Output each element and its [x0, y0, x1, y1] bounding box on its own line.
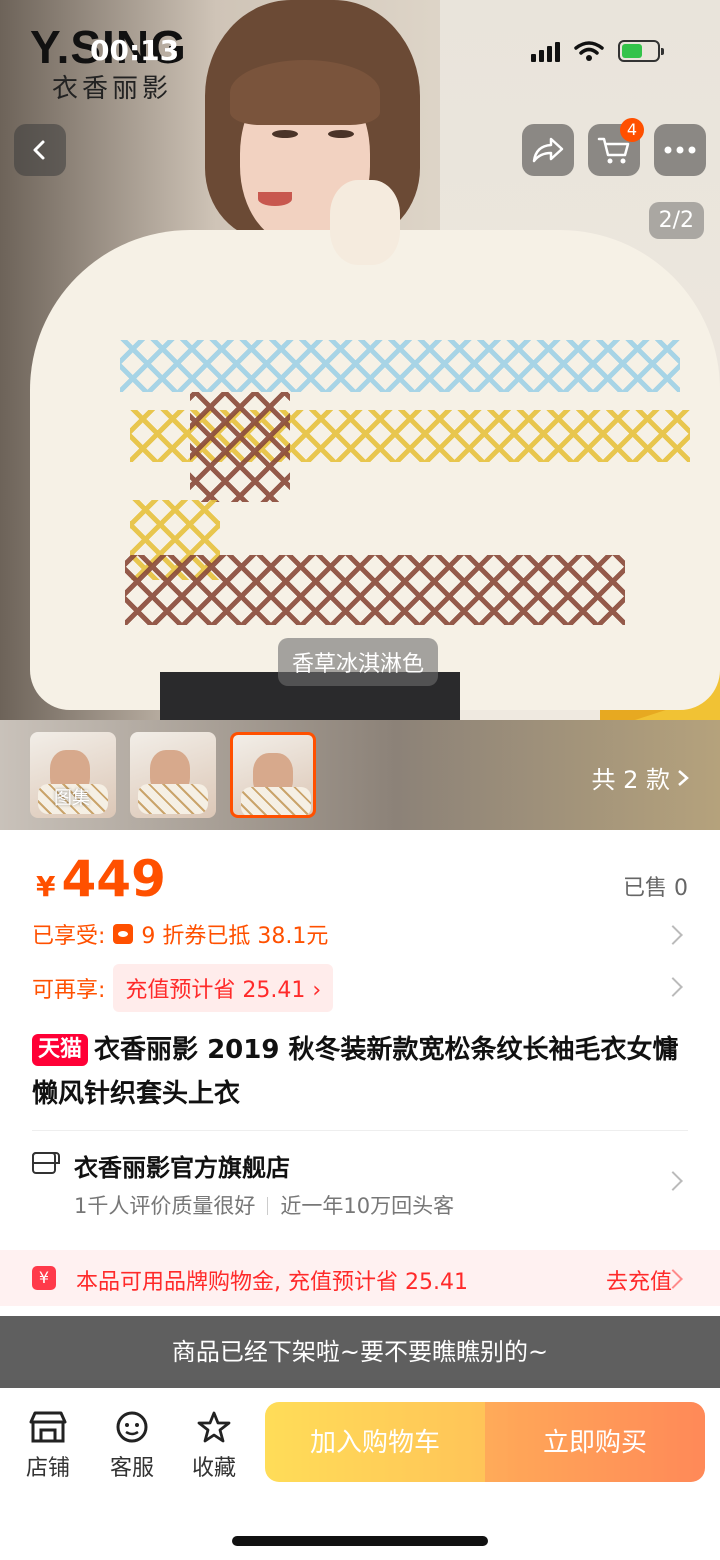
bottom-action-bar: 店铺 客服 收藏 加入购物车 立即购买 [0, 1388, 720, 1560]
recharge-text: 本品可用品牌购物金, 充值预计省 25.41 [76, 1270, 468, 1295]
thumbnail-sweater [241, 787, 311, 815]
sweater-pattern-brown [190, 392, 290, 502]
shop-stats: 1千人评价质量很好 近一年10万回头客 [74, 1190, 454, 1220]
home-indicator[interactable] [232, 1536, 488, 1546]
promo-enjoyed-label: 已享受: [32, 924, 106, 949]
divider [32, 1130, 688, 1131]
service-tab[interactable]: 客服 [102, 1410, 162, 1482]
model-eye [272, 130, 298, 138]
thumbnail-sweater [138, 784, 208, 814]
more-button[interactable] [654, 124, 706, 176]
price: ¥ 449 [36, 850, 166, 908]
add-to-cart-button[interactable]: 加入购物车 [265, 1402, 485, 1482]
product-title: 天猫 衣香丽影 2019 秋冬装新款宽松条纹长袖毛衣女慵懒风针织套头上衣 [32, 1028, 692, 1116]
model-bangs [230, 60, 380, 125]
sweater-pattern-brown [125, 555, 625, 625]
customer-service-icon [116, 1411, 148, 1443]
buy-now-button[interactable]: 立即购买 [485, 1402, 705, 1482]
price-value: 449 [61, 850, 166, 908]
cart-button[interactable]: 4 [588, 118, 644, 176]
chevron-right-icon [678, 769, 689, 786]
shop-stat-repeat: 近一年10万回头客 [280, 1194, 455, 1218]
sweater-pattern-blue [120, 340, 680, 392]
battery-level [622, 44, 643, 58]
share-icon [532, 137, 564, 163]
chevron-left-icon [33, 140, 45, 160]
shop-name: 衣香丽影官方旗舰店 [74, 1154, 290, 1182]
star-icon [197, 1411, 231, 1443]
status-icons [531, 40, 664, 62]
image-page-indicator: 2/2 [648, 202, 704, 239]
product-hero-image[interactable]: Y.SING 衣香丽影 00:13 4 2/2 香草冰淇淋色 [0, 0, 720, 720]
brand-logo-cn: 衣香丽影 [52, 74, 173, 104]
variant-count-link[interactable]: 共 2 款 [591, 760, 690, 795]
chevron-right-icon [663, 977, 683, 997]
thumbnail-gallery[interactable]: 图集 [30, 732, 116, 818]
stat-separator [267, 1197, 269, 1215]
share-button[interactable] [522, 124, 574, 176]
shop-stat-reviews: 1千人评价质量很好 [74, 1194, 256, 1218]
thumbnail-strip: 图集 共 2 款 [0, 720, 720, 830]
favorite-tab[interactable]: 收藏 [184, 1410, 244, 1482]
model-hand [330, 180, 400, 265]
promo-more-label: 可再享: [32, 978, 106, 1003]
store-icon [29, 1411, 67, 1443]
thumbnail-variant-2-selected[interactable] [230, 732, 316, 818]
coupon-icon [113, 924, 134, 944]
store-tab-label: 店铺 [25, 1456, 70, 1481]
promo-enjoyed-value: 9 折券已抵 38.1元 [141, 924, 329, 949]
thumbnail-variant-1[interactable] [130, 732, 216, 818]
favorite-tab-label: 收藏 [191, 1456, 236, 1481]
color-variant-label: 香草冰淇淋色 [278, 638, 439, 686]
chevron-right-icon [663, 1171, 683, 1191]
recharge-banner[interactable]: ¥ 本品可用品牌购物金, 充值预计省 25.41 去充值 [0, 1250, 720, 1306]
promo-enjoyed-row[interactable]: 已享受: 9 折券已抵 38.1元 [32, 918, 328, 950]
tmall-tag: 天猫 [32, 1034, 89, 1066]
battery-icon [618, 40, 664, 62]
recharge-link[interactable]: 去充值 [606, 1264, 672, 1296]
more-dots-icon [664, 146, 696, 154]
offline-notice: 商品已经下架啦~要不要瞧瞧别的~ [0, 1316, 720, 1388]
product-detail-page: Y.SING 衣香丽影 00:13 4 2/2 香草冰淇淋色 图集 共 2 款 … [0, 0, 720, 1560]
model-eye [328, 130, 354, 138]
shop-icon [32, 1152, 60, 1174]
promo-more-row[interactable]: 可再享: 充值预计省 25.41 › [32, 964, 334, 1012]
service-tab-label: 客服 [109, 1456, 154, 1481]
store-tab[interactable]: 店铺 [18, 1410, 78, 1482]
model-lips [258, 192, 292, 206]
product-title-text: 衣香丽影 2019 秋冬装新款宽松条纹长袖毛衣女慵懒风针织套头上衣 [32, 1035, 679, 1109]
yen-icon: ¥ [32, 1266, 56, 1290]
chevron-right-icon [663, 925, 683, 945]
sold-count: 已售 0 [623, 876, 688, 901]
thumbnail-gallery-label: 图集 [54, 788, 90, 809]
price-currency: ¥ [36, 870, 56, 903]
variant-count-label: 共 2 款 [591, 766, 670, 794]
status-time: 00:13 [90, 34, 180, 67]
back-button[interactable] [14, 124, 66, 176]
wifi-icon [574, 41, 604, 61]
recharge-savings-chip[interactable]: 充值预计省 25.41 › [113, 964, 334, 1012]
cellular-signal-icon [531, 40, 560, 62]
cart-count-badge: 4 [620, 118, 644, 142]
